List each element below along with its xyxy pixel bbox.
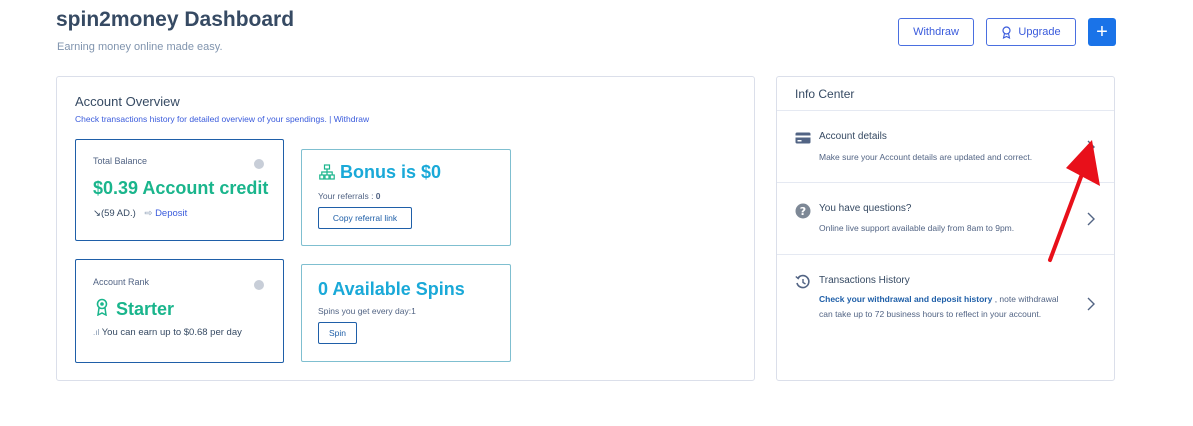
ad-count: ↘(59 AD.): [93, 208, 136, 219]
info-row-transactions-history[interactable]: Transactions History Check your withdraw…: [777, 255, 1114, 355]
account-rank-box: Account Rank Starter .ıl You can earn up…: [75, 259, 284, 363]
ribbon-icon: [1002, 25, 1011, 39]
account-rank-value: Starter: [116, 299, 175, 319]
total-balance-value: $0.39 Account credit: [93, 178, 269, 198]
withdraw-button-label: Withdraw: [913, 26, 959, 38]
deposit-icon: ⇨: [144, 208, 153, 219]
account-overview-subtitle[interactable]: Check transactions history for detailed …: [75, 114, 369, 124]
award-icon: [96, 298, 108, 316]
info-center-title: Info Center: [795, 87, 855, 101]
spins-per-day-label: Spins you get every day:: [318, 306, 412, 316]
page-subtitle: Earning money online made easy.: [57, 41, 223, 53]
spin-button[interactable]: Spin: [318, 322, 357, 344]
available-spins-title: 0 Available Spins: [318, 279, 465, 299]
transactions-history-title: Transactions History: [819, 275, 910, 286]
spins-per-day-value: 1: [411, 306, 416, 316]
referrals-label: Your referrals :: [318, 191, 376, 201]
info-center-card: Info Center Account details Make sure yo…: [776, 76, 1115, 381]
page-title: spin2money Dashboard: [56, 8, 295, 31]
sitemap-icon: [319, 164, 335, 180]
question-icon: ?: [795, 203, 811, 219]
transactions-history-link[interactable]: Check your withdrawal and deposit histor…: [819, 294, 992, 304]
info-dot-icon: [254, 159, 264, 169]
rank-earning-note: You can earn up to $0.68 per day: [101, 327, 242, 338]
info-row-account-details[interactable]: Account details Make sure your Account d…: [777, 111, 1114, 183]
referrals-value: 0: [375, 191, 381, 201]
upgrade-button[interactable]: Upgrade: [986, 18, 1076, 46]
total-balance-label: Total Balance: [93, 156, 148, 166]
card-icon: [795, 132, 811, 144]
copy-referral-link-label: Copy referral link: [332, 213, 398, 223]
info-row-questions[interactable]: ? You have questions? Online live suppor…: [777, 183, 1114, 255]
copy-referral-link-button[interactable]: Copy referral link: [318, 207, 412, 229]
questions-title: You have questions?: [819, 203, 912, 214]
info-dot-icon: [254, 280, 264, 290]
plus-icon: +: [1096, 21, 1108, 43]
chevron-right-icon[interactable]: [1086, 212, 1096, 226]
total-balance-box: Total Balance $0.39 Account credit ↘(59 …: [75, 139, 284, 241]
chevron-right-icon[interactable]: [1086, 297, 1096, 311]
withdraw-button[interactable]: Withdraw: [898, 18, 974, 46]
history-icon: [795, 274, 810, 289]
spin-button-label: Spin: [328, 328, 346, 338]
account-details-title: Account details: [819, 131, 887, 142]
add-button[interactable]: +: [1088, 18, 1116, 46]
account-rank-label: Account Rank: [93, 277, 150, 287]
bonus-box: Bonus is $0 Your referrals : 0 Copy refe…: [301, 149, 511, 246]
svg-text:?: ?: [800, 205, 806, 218]
account-overview-title: Account Overview: [75, 94, 180, 109]
questions-desc: Online live support available daily from…: [819, 223, 1015, 233]
transactions-history-desc: Check your withdrawal and deposit histor…: [819, 292, 1069, 322]
chevron-right-icon[interactable]: [1086, 140, 1096, 154]
deposit-link[interactable]: Deposit: [155, 208, 187, 219]
available-spins-box: 0 Available Spins Spins you get every da…: [301, 264, 511, 362]
account-overview-card: Account Overview Check transactions hist…: [56, 76, 755, 381]
upgrade-button-label: Upgrade: [1018, 26, 1061, 38]
bonus-title: Bonus is $0: [340, 162, 442, 182]
signal-icon: .ıl: [93, 328, 100, 337]
info-center-header: Info Center: [777, 77, 1114, 111]
account-details-desc: Make sure your Account details are updat…: [819, 152, 1033, 162]
